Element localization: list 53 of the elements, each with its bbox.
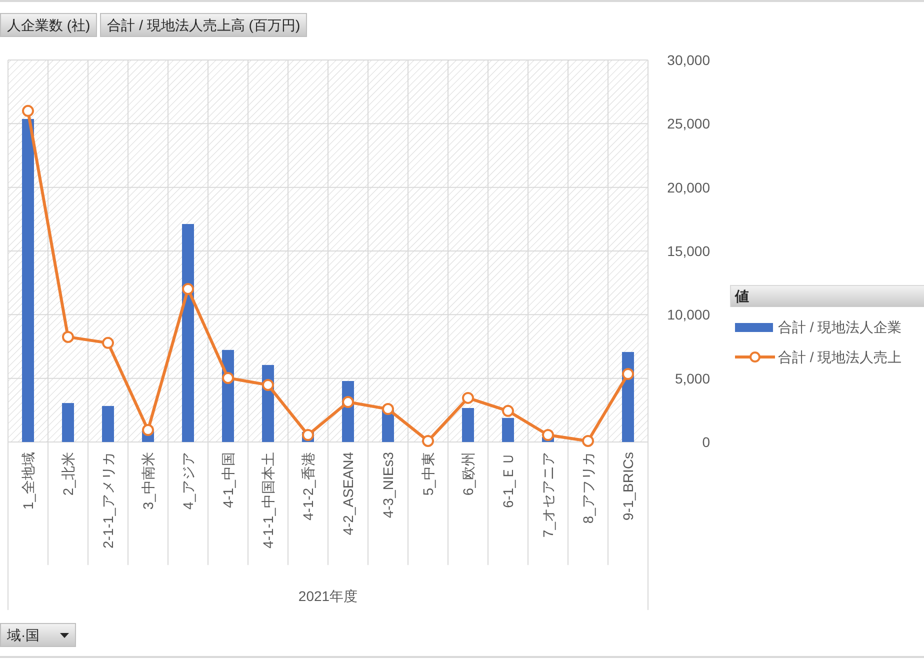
category-label: 4-1_中国 xyxy=(220,452,236,508)
data-point xyxy=(342,396,354,408)
data-point xyxy=(462,392,474,404)
dropdown-arrow-icon xyxy=(60,632,69,638)
data-point xyxy=(502,404,514,417)
tick-label: 10,000 xyxy=(667,306,710,323)
data-point xyxy=(62,330,74,343)
field-button[interactable]: 合計 / 現地法人売上高 (百万円) xyxy=(100,13,308,37)
category-label: 4-3_NIEs3 xyxy=(380,452,396,518)
data-point xyxy=(622,368,634,380)
legend-label: 合計 / 現地法人企業 xyxy=(778,318,902,336)
data-point xyxy=(422,434,434,447)
legend-label: 合計 / 現地法人売上 xyxy=(778,348,902,366)
data-point xyxy=(582,434,594,447)
bar xyxy=(62,403,74,442)
tick-label: 20,000 xyxy=(667,179,710,196)
field-button[interactable]: 人企業数 (社) xyxy=(0,13,98,37)
data-point xyxy=(262,378,274,391)
category-label: 3_中南米 xyxy=(140,452,156,510)
category-label: 9-1_BRICs xyxy=(620,452,636,520)
data-point xyxy=(102,336,114,349)
data-point xyxy=(382,403,394,416)
legend-line-marker-icon xyxy=(735,351,775,363)
category-label: 4-2_ASEAN4 xyxy=(340,452,356,536)
category-label: 1_全地域 xyxy=(20,452,36,510)
data-point xyxy=(302,429,314,441)
tick-label: 25,000 xyxy=(667,116,710,132)
legend-swatch-icon xyxy=(735,322,773,332)
tick-label: 15,000 xyxy=(667,243,710,259)
category-label: 4_アジア xyxy=(180,452,196,510)
data-point xyxy=(182,282,194,295)
category-label: 5_中東 xyxy=(420,452,436,496)
category-label: 7_オセアニア xyxy=(540,452,556,538)
bar xyxy=(502,418,514,442)
axis-title: 2021年度 xyxy=(298,588,358,604)
data-point xyxy=(22,104,34,117)
category-label: 6_欧州 xyxy=(460,452,476,496)
bar xyxy=(462,408,474,442)
data-point xyxy=(142,424,154,436)
tick-label: 30,000 xyxy=(667,52,710,68)
category-label: 2-1-1_アメリカ xyxy=(100,452,116,548)
tick-label: 5,000 xyxy=(674,370,710,386)
category-label: 6-1_ＥＵ xyxy=(500,452,516,508)
tick-label: 0 xyxy=(702,434,710,450)
legend-header: 値 xyxy=(730,285,924,307)
category-label: 4-1-2_香港 xyxy=(300,452,316,520)
data-point xyxy=(542,429,554,441)
category-label: 8_アフリカ xyxy=(580,452,596,524)
bar xyxy=(102,406,114,442)
data-point xyxy=(222,372,234,384)
category-label: 2_北米 xyxy=(60,452,76,496)
category-label: 4-1-1_中国本土 xyxy=(260,452,276,548)
field-button[interactable]: 域·国 xyxy=(0,623,76,647)
